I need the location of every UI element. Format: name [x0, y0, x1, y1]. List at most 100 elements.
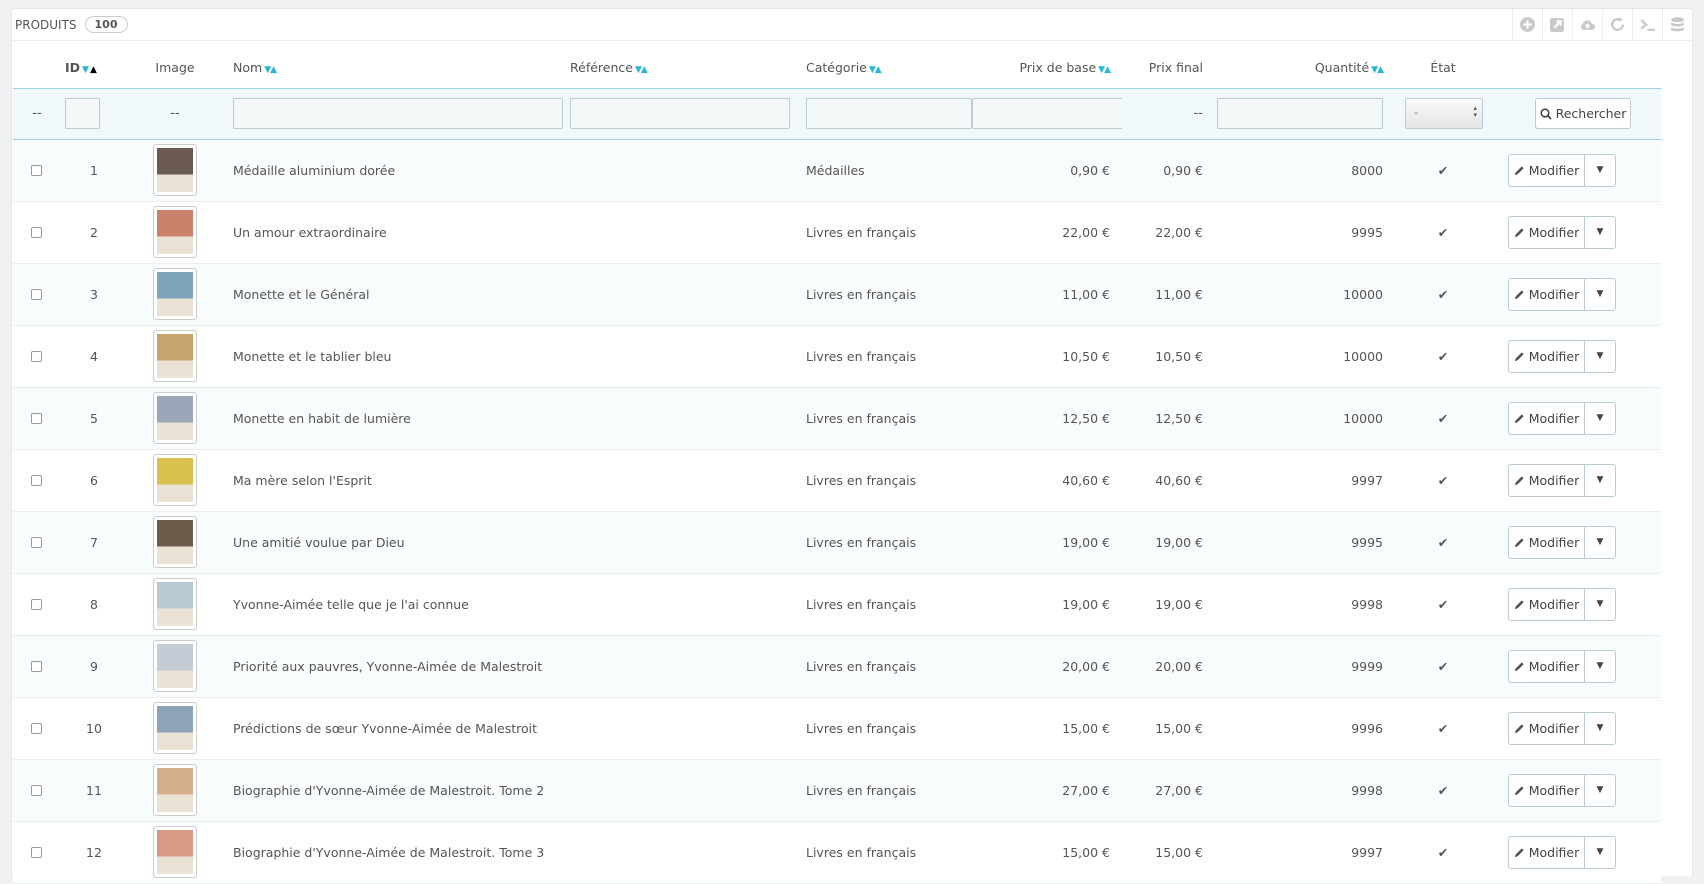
filter-id-input[interactable] [65, 98, 100, 129]
status-check-icon[interactable]: ✔ [1395, 139, 1491, 202]
filter-category-input[interactable] [806, 98, 972, 129]
table-row[interactable]: 6 Ma mère selon l'Esprit Livres en franç… [13, 449, 1661, 512]
search-button[interactable]: Rechercher [1535, 98, 1631, 129]
edit-button[interactable]: Modifier [1509, 526, 1585, 558]
table-row[interactable]: 9 Priorité aux pauvres, Yvonne-Aimée de … [13, 635, 1661, 698]
product-name[interactable]: Un amour extraordinaire [223, 201, 570, 264]
table-row[interactable]: 1 Médaille aluminium dorée Médailles 0,9… [13, 139, 1661, 202]
table-row[interactable]: 10 Prédictions de sœur Yvonne-Aimée de M… [13, 697, 1661, 760]
dropdown-caret-icon[interactable]: ▼ [1585, 217, 1615, 248]
table-row[interactable]: 2 Un amour extraordinaire Livres en fran… [13, 201, 1661, 264]
product-name[interactable]: Ma mère selon l'Esprit [223, 449, 570, 512]
dropdown-caret-icon[interactable]: ▼ [1585, 713, 1615, 744]
edit-button[interactable]: Modifier [1509, 154, 1585, 186]
status-check-icon[interactable]: ✔ [1395, 635, 1491, 698]
terminal-icon[interactable] [1632, 9, 1662, 40]
row-checkbox[interactable] [31, 412, 42, 424]
add-icon[interactable] [1512, 9, 1542, 40]
dropdown-caret-icon[interactable]: ▼ [1585, 589, 1615, 620]
status-check-icon[interactable]: ✔ [1395, 697, 1491, 760]
sort-icon[interactable]: ▼▲ [869, 65, 882, 75]
dropdown-caret-icon[interactable]: ▼ [1585, 837, 1615, 868]
dropdown-caret-icon[interactable]: ▼ [1585, 527, 1615, 558]
status-check-icon[interactable]: ✔ [1395, 821, 1491, 884]
status-check-icon[interactable]: ✔ [1395, 325, 1491, 388]
filter-base-price-input[interactable] [972, 98, 1138, 129]
row-checkbox[interactable] [31, 226, 42, 238]
product-name[interactable]: Monette et le tablier bleu [223, 325, 570, 388]
product-name[interactable]: Biographie d'Yvonne-Aimée de Malestroit.… [223, 821, 570, 884]
product-name[interactable]: Biographie d'Yvonne-Aimée de Malestroit.… [223, 759, 570, 822]
dropdown-caret-icon[interactable]: ▼ [1585, 341, 1615, 372]
status-check-icon[interactable]: ✔ [1395, 449, 1491, 512]
status-check-icon[interactable]: ✔ [1395, 759, 1491, 822]
filter-quantity-input[interactable] [1217, 98, 1383, 129]
cloud-upload-icon[interactable] [1572, 9, 1602, 40]
row-checkbox[interactable] [31, 164, 42, 176]
row-checkbox[interactable] [31, 536, 42, 548]
column-header-base-price[interactable]: Prix de base ▼▲ [988, 47, 1122, 89]
edit-button[interactable]: Modifier [1509, 650, 1585, 682]
row-checkbox[interactable] [31, 846, 42, 858]
row-checkbox[interactable] [31, 350, 42, 362]
dropdown-caret-icon[interactable]: ▼ [1585, 465, 1615, 496]
dropdown-caret-icon[interactable]: ▼ [1585, 155, 1615, 186]
table-row[interactable]: 5 Monette en habit de lumière Livres en … [13, 387, 1661, 450]
dropdown-caret-icon[interactable]: ▼ [1585, 279, 1615, 310]
product-thumbnail [153, 454, 197, 506]
product-name[interactable]: Monette en habit de lumière [223, 387, 570, 450]
edit-button[interactable]: Modifier [1509, 836, 1585, 868]
sort-icon[interactable]: ▼▲ [1371, 65, 1384, 75]
dropdown-caret-icon[interactable]: ▼ [1585, 651, 1615, 682]
filter-reference-input[interactable] [570, 98, 790, 129]
edit-button[interactable]: Modifier [1509, 402, 1585, 434]
edit-button[interactable]: Modifier [1509, 216, 1585, 248]
edit-button[interactable]: Modifier [1509, 340, 1585, 372]
table-row[interactable]: 3 Monette et le Général Livres en frança… [13, 263, 1661, 326]
product-name[interactable]: Yvonne-Aimée telle que je l'ai connue [223, 573, 570, 636]
edit-button[interactable]: Modifier [1509, 712, 1585, 744]
sort-icon[interactable]: ▼ [82, 65, 89, 75]
product-name[interactable]: Une amitié voulue par Dieu [223, 511, 570, 574]
product-name[interactable]: Médaille aluminium dorée [223, 139, 570, 202]
column-header-reference[interactable]: Référence ▼▲ [570, 47, 806, 89]
dropdown-caret-icon[interactable]: ▼ [1585, 775, 1615, 806]
edit-button[interactable]: Modifier [1509, 464, 1585, 496]
row-checkbox[interactable] [31, 474, 42, 486]
sort-icon[interactable]: ▼▲ [264, 65, 277, 75]
column-header-category[interactable]: Catégorie ▼▲ [806, 47, 988, 89]
table-row[interactable]: 8 Yvonne-Aimée telle que je l'ai connue … [13, 573, 1661, 636]
product-name[interactable]: Monette et le Général [223, 263, 570, 326]
row-checkbox[interactable] [31, 784, 42, 796]
table-row[interactable]: 7 Une amitié voulue par Dieu Livres en f… [13, 511, 1661, 574]
table-row[interactable]: 12 Biographie d'Yvonne-Aimée de Malestro… [13, 821, 1661, 884]
product-name[interactable]: Priorité aux pauvres, Yvonne-Aimée de Ma… [223, 635, 570, 698]
sort-icon[interactable]: ▼▲ [1098, 65, 1111, 75]
row-checkbox[interactable] [31, 598, 42, 610]
filter-status-select[interactable]: - [1405, 98, 1483, 129]
edit-button[interactable]: Modifier [1509, 588, 1585, 620]
dropdown-caret-icon[interactable]: ▼ [1585, 403, 1615, 434]
status-check-icon[interactable]: ✔ [1395, 201, 1491, 264]
column-header-name[interactable]: Nom ▼▲ [223, 47, 570, 89]
table-row[interactable]: 11 Biographie d'Yvonne-Aimée de Malestro… [13, 759, 1661, 822]
status-check-icon[interactable]: ✔ [1395, 573, 1491, 636]
row-checkbox[interactable] [31, 660, 42, 672]
refresh-icon[interactable] [1602, 9, 1632, 40]
row-checkbox[interactable] [31, 288, 42, 300]
status-check-icon[interactable]: ✔ [1395, 263, 1491, 326]
product-name[interactable]: Prédictions de sœur Yvonne-Aimée de Male… [223, 697, 570, 760]
export-icon[interactable] [1542, 9, 1572, 40]
sort-icon[interactable]: ▼▲ [635, 65, 648, 75]
sort-icon[interactable]: ▲ [90, 65, 97, 75]
edit-button[interactable]: Modifier [1509, 774, 1585, 806]
edit-button[interactable]: Modifier [1509, 278, 1585, 310]
row-checkbox[interactable] [31, 722, 42, 734]
status-check-icon[interactable]: ✔ [1395, 387, 1491, 450]
column-header-id[interactable]: ID ▼ ▲ [61, 47, 127, 89]
status-check-icon[interactable]: ✔ [1395, 511, 1491, 574]
database-icon[interactable] [1662, 9, 1692, 40]
column-header-quantity[interactable]: Quantité ▼▲ [1215, 47, 1395, 89]
table-row[interactable]: 4 Monette et le tablier bleu Livres en f… [13, 325, 1661, 388]
filter-name-input[interactable] [233, 98, 563, 129]
